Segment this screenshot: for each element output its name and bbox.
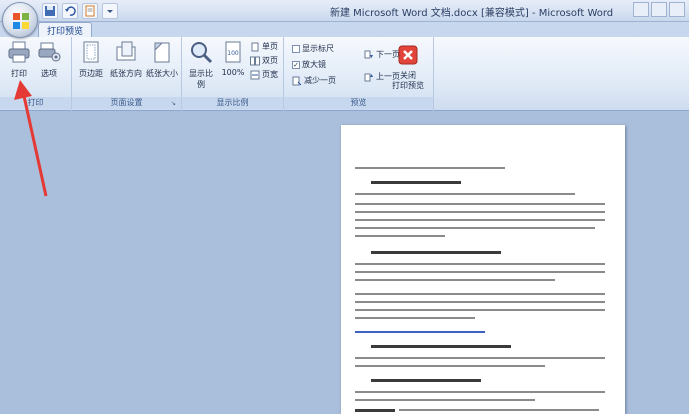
- prev-page-icon: [364, 73, 373, 81]
- orientation-icon: [116, 41, 136, 61]
- text-line: [355, 317, 475, 319]
- paper-size-button[interactable]: 纸张大小: [144, 40, 180, 79]
- shrink-one-page-button[interactable]: 减少一页: [292, 75, 336, 86]
- heading-line: [371, 345, 511, 348]
- text-line: [355, 219, 605, 221]
- text-line: [355, 301, 605, 303]
- orientation-button[interactable]: 纸张方向: [108, 40, 144, 79]
- two-pages-button[interactable]: 双页: [250, 55, 278, 66]
- text-line: [355, 203, 605, 205]
- ribbon: 打印 选项 打印 页边距 纸张方向 纸张大小 页面设置 ↘ 显示比例 100 1…: [0, 37, 689, 111]
- title-bar: 新建 Microsoft Word 文档.docx [兼容模式] - Micro…: [0, 0, 689, 38]
- ribbon-group-page-setup: 页边距 纸张方向 纸张大小 页面设置 ↘: [72, 37, 182, 111]
- shrink-page-icon: [292, 76, 302, 85]
- one-page-button[interactable]: 单页: [250, 41, 278, 52]
- page-setup-group-label: 页面设置: [72, 97, 181, 109]
- text-line: [355, 279, 555, 281]
- window-title: 新建 Microsoft Word 文档.docx [兼容模式] - Micro…: [330, 8, 614, 19]
- close-print-preview-button[interactable]: 关闭 打印预览: [386, 43, 430, 91]
- text-line: [355, 227, 595, 229]
- zoom-group-label: 显示比例: [182, 97, 283, 109]
- ribbon-group-zoom: 显示比例 100 100% 单页 双页 页宽 显示比例: [182, 37, 284, 111]
- text-line: [355, 357, 605, 359]
- text-line: [355, 235, 445, 237]
- print-options-icon: [38, 42, 61, 62]
- text-line: [355, 193, 575, 195]
- text-line: [355, 391, 605, 393]
- close-button[interactable]: [669, 2, 685, 17]
- text-line: [355, 409, 395, 412]
- text-line: [355, 309, 605, 311]
- hyperlink-line: [355, 331, 485, 333]
- document-icon[interactable]: [82, 3, 98, 19]
- text-line: [355, 399, 535, 401]
- ruler-checkbox-icon: [292, 44, 300, 53]
- customize-dropdown-icon[interactable]: [102, 3, 118, 19]
- minimize-button[interactable]: [633, 2, 649, 17]
- one-page-icon: [251, 42, 259, 51]
- paper-size-icon: [154, 42, 170, 63]
- page-100-icon: 100: [225, 41, 241, 63]
- svg-text:100: 100: [227, 50, 239, 57]
- show-ruler-checkbox[interactable]: 显示标尺: [292, 43, 334, 54]
- office-logo-icon: [13, 13, 29, 29]
- ribbon-group-print: 打印 选项 打印: [0, 37, 72, 111]
- zoom-button[interactable]: 显示比例: [186, 40, 216, 90]
- heading-line: [371, 379, 481, 382]
- page-width-icon: [250, 70, 260, 79]
- text-line: [355, 211, 605, 213]
- quick-access-toolbar: [42, 3, 118, 19]
- print-preview-area[interactable]: [0, 111, 689, 414]
- zoom-100-button[interactable]: 100 100%: [218, 40, 248, 77]
- document-page-preview[interactable]: [341, 125, 625, 414]
- close-preview-icon: [398, 45, 418, 65]
- office-button[interactable]: [2, 2, 38, 38]
- save-icon[interactable]: [42, 3, 58, 19]
- print-options-button[interactable]: 选项: [34, 40, 64, 79]
- ribbon-tab-row: 打印预览: [0, 22, 689, 37]
- heading-line: [371, 181, 461, 184]
- printer-icon: [8, 41, 30, 63]
- window-controls: [633, 2, 685, 17]
- two-pages-icon: [250, 56, 260, 65]
- dialog-launcher-icon[interactable]: ↘: [171, 100, 179, 108]
- text-line: [355, 167, 505, 169]
- page-width-button[interactable]: 页宽: [250, 69, 278, 80]
- print-button[interactable]: 打印: [4, 40, 34, 79]
- text-line: [355, 263, 605, 265]
- text-line: [355, 271, 605, 273]
- print-group-label: 打印: [0, 97, 71, 109]
- next-page-icon: [364, 50, 373, 58]
- margins-icon: [83, 41, 99, 63]
- preview-group-label: 预览: [284, 97, 433, 109]
- magnifier-icon: [191, 42, 213, 64]
- magnifier-checkbox[interactable]: ✓ 放大镜: [292, 59, 326, 70]
- text-line: [399, 409, 599, 411]
- undo-icon[interactable]: [62, 3, 78, 19]
- heading-line: [371, 251, 501, 254]
- tab-print-preview[interactable]: 打印预览: [38, 22, 93, 37]
- maximize-button[interactable]: [651, 2, 667, 17]
- text-line: [355, 365, 545, 367]
- margins-button[interactable]: 页边距: [74, 40, 108, 79]
- magnifier-checkbox-icon: ✓: [292, 60, 300, 69]
- text-line: [355, 293, 605, 295]
